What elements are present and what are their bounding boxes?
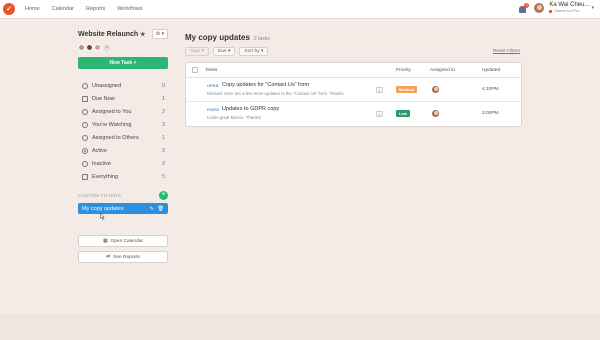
select-all-checkbox[interactable] <box>192 67 198 73</box>
clock-icon <box>82 160 88 167</box>
filter-inactive[interactable]: Inactive 2 <box>78 157 168 170</box>
eye-icon <box>82 121 88 128</box>
project-settings-gear-icon[interactable]: ⚙ ▾ <box>152 29 168 39</box>
task-count: 2 tasks <box>253 36 270 42</box>
top-navigation-bar: ✓ Home Calendar Reports Workflows 1 Ka W… <box>0 0 600 19</box>
filter-list: Unassigned 0 Due Now 1 Assigned to You 2… <box>78 79 168 183</box>
nav-workflows[interactable]: Workflows <box>117 6 142 12</box>
task-name-link[interactable]: Updates to GDPR copy <box>222 106 279 112</box>
due-dropdown[interactable]: Due ▾ <box>212 47 236 56</box>
comment-count-icon[interactable]: 4 <box>376 111 383 117</box>
delete-trash-icon[interactable]: 🗑 <box>158 206 164 212</box>
notification-badge: 1 <box>524 3 530 8</box>
main-content: My copy updates 2 tasks Tags ▾ Due ▾ Sor… <box>185 33 522 127</box>
status-badge: OPEN <box>207 84 219 88</box>
task-description: Looks great Marcie. Thanks! <box>207 115 262 120</box>
see-reports-button[interactable]: ⇄ See Reports <box>78 251 168 263</box>
table-row[interactable]: OPEN Copy updates for "Contact Us" form … <box>186 78 521 102</box>
task-description: Michael: Here are a few more updates to … <box>207 91 344 96</box>
nav-reports[interactable]: Reports <box>86 6 105 12</box>
member-avatar[interactable] <box>94 44 101 51</box>
open-calendar-button[interactable]: ▦ Open Calendar <box>78 235 168 247</box>
filter-assigned-to-others[interactable]: Assigned to Others 1 <box>78 131 168 144</box>
comment-count-icon[interactable]: 1 <box>376 87 383 93</box>
status-badge: FIXED <box>207 108 220 112</box>
project-title: Website Relaunch ★ <box>78 30 146 38</box>
reset-filters-link[interactable]: Reset Filters <box>493 49 520 54</box>
notifications-bell-icon[interactable]: 1 <box>518 3 530 13</box>
column-header-priority[interactable]: Priority <box>396 68 411 73</box>
page-footer-area <box>0 314 600 340</box>
new-task-button[interactable]: New Task + <box>78 57 168 69</box>
user-menu-chevron-down-icon[interactable]: ▾ <box>591 5 594 11</box>
add-custom-filter-plus-icon[interactable]: + <box>159 191 168 200</box>
filter-assigned-to-you[interactable]: Assigned to You 2 <box>78 105 168 118</box>
task-table: Tasks Priority Assigned to Updated OPEN … <box>185 62 522 127</box>
role-icon <box>549 10 553 14</box>
custom-filters-header: CUSTOM FILTERS + <box>78 191 168 200</box>
custom-filter-label: My copy updates <box>82 205 124 212</box>
sort-by-dropdown[interactable]: Sort by ▾ <box>239 47 269 56</box>
filter-due-now[interactable]: Due Now 1 <box>78 92 168 105</box>
main-nav: Home Calendar Reports Workflows <box>25 6 155 12</box>
app-logo-icon[interactable]: ✓ <box>3 3 15 15</box>
filter-unassigned[interactable]: Unassigned 0 <box>78 79 168 92</box>
column-header-updated[interactable]: Updated <box>482 68 500 73</box>
assignee-avatar[interactable] <box>432 86 439 93</box>
nav-home[interactable]: Home <box>25 6 40 12</box>
calendar-icon <box>82 95 88 102</box>
user-menu[interactable]: Ka Wai Cheu... Owner for Pro... <box>549 2 589 14</box>
custom-filter-my-copy-updates[interactable]: My copy updates ✎ 🗑 <box>78 203 168 214</box>
add-member-icon[interactable]: + <box>104 44 110 51</box>
filter-active[interactable]: Active 3 <box>78 144 168 157</box>
column-header-tasks[interactable]: Tasks <box>205 68 217 73</box>
custom-filters-label: CUSTOM FILTERS <box>78 193 122 198</box>
project-members: + <box>78 44 168 51</box>
nav-calendar[interactable]: Calendar <box>52 6 74 12</box>
column-header-assigned[interactable]: Assigned to <box>430 68 455 73</box>
assignee-avatar[interactable] <box>432 110 439 117</box>
updated-time: 3:00PM <box>482 111 499 116</box>
star-icon[interactable]: ★ <box>140 31 145 38</box>
page-title: My copy updates <box>185 33 250 42</box>
updated-time: 4:10PM <box>482 87 499 92</box>
edit-pencil-icon[interactable]: ✎ <box>149 206 153 212</box>
priority-badge[interactable]: Low <box>396 110 410 117</box>
user-avatar[interactable] <box>533 2 546 14</box>
filter-everything[interactable]: Everything 5 <box>78 170 168 183</box>
mouse-pointer-icon <box>100 213 105 220</box>
task-name-link[interactable]: Copy updates for "Contact Us" form <box>222 82 309 88</box>
table-row[interactable]: FIXED Updates to GDPR copy Looks great M… <box>186 102 521 126</box>
member-avatar[interactable] <box>86 44 93 51</box>
active-dot-icon <box>82 147 88 154</box>
stack-icon <box>82 173 88 180</box>
circle-outline-icon <box>82 82 88 89</box>
filter-controls: Tags ▾ Due ▾ Sort by ▾ Reset Filters <box>185 47 522 56</box>
member-avatar[interactable] <box>78 44 85 51</box>
priority-badge[interactable]: Medium <box>396 86 418 93</box>
filter-watching[interactable]: You're Watching 3 <box>78 118 168 131</box>
reports-icon: ⇄ <box>106 254 111 260</box>
tags-dropdown[interactable]: Tags ▾ <box>185 47 209 56</box>
user-role: Owner for Pro... <box>549 8 589 14</box>
sidebar: Website Relaunch ★ ⚙ ▾ + New Task + Unas… <box>78 29 168 263</box>
table-header: Tasks Priority Assigned to Updated <box>186 63 521 78</box>
users-icon <box>82 134 88 141</box>
user-icon <box>82 108 88 115</box>
user-area: 1 Ka Wai Cheu... Owner for Pro... ▾ <box>518 2 594 14</box>
calendar-icon: ▦ <box>102 238 108 244</box>
